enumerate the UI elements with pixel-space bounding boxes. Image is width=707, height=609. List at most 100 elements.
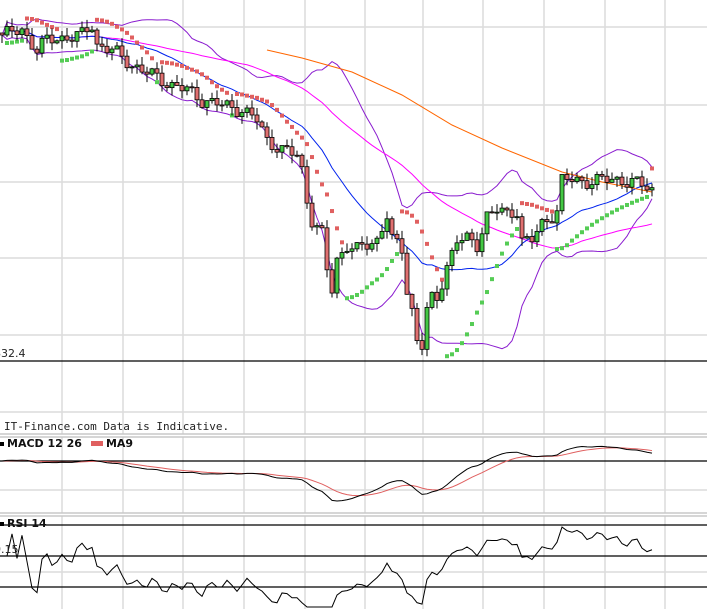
sar-dot (90, 49, 94, 54)
sar-dot (635, 198, 639, 203)
sar-dot (540, 206, 544, 211)
sar-dot (150, 56, 154, 61)
candle-body (464, 232, 470, 241)
candle-body (199, 99, 205, 108)
candle-body (179, 85, 185, 92)
sar-dot (390, 258, 394, 263)
sar-dot (175, 62, 179, 67)
sar-dot (80, 54, 84, 59)
candle-body (129, 66, 135, 69)
sar-dot (505, 241, 509, 246)
sar-dot (270, 103, 274, 108)
candle-body (269, 137, 275, 150)
sar-dot (440, 277, 444, 282)
candle-body (494, 211, 500, 214)
sar-dot (105, 19, 109, 24)
candle-body (629, 178, 635, 188)
candle-body (609, 178, 615, 183)
sar-dot (305, 142, 309, 147)
sar-dot (45, 22, 49, 27)
candle-body (389, 218, 395, 235)
sar-dot (340, 240, 344, 245)
sar-dot (410, 213, 414, 218)
sar-dot (455, 348, 459, 353)
candle-body (439, 288, 445, 301)
candle-body (279, 145, 285, 153)
candle-body (634, 176, 640, 179)
candle-body (29, 35, 35, 50)
candle-body (0, 32, 5, 36)
sar-dot (25, 16, 29, 21)
sar-dot (615, 207, 619, 212)
sar-dot (75, 55, 79, 60)
sar-dot (620, 205, 624, 210)
candle-body (399, 238, 405, 254)
candle-body (189, 86, 195, 89)
candle-body (314, 225, 320, 228)
sar-dot (125, 30, 129, 35)
sma200-line (266, 49, 653, 193)
sar-dot (210, 80, 214, 85)
candle-body (524, 236, 530, 239)
candle-body (449, 249, 455, 266)
sar-dot (70, 56, 74, 61)
candle-body (289, 146, 295, 156)
sar-dot (610, 210, 614, 215)
sar-dot (395, 252, 399, 257)
candle-body (459, 240, 465, 244)
candle-body (594, 174, 600, 186)
candle-body (139, 64, 145, 73)
sar-dot (320, 182, 324, 187)
candle-body (4, 26, 10, 36)
candle-body (214, 98, 220, 106)
candle-body (614, 176, 620, 180)
sar-dot (405, 210, 409, 215)
sar-dot (585, 226, 589, 231)
sar-dot (110, 21, 114, 26)
chart-canvas (0, 0, 707, 609)
sar-dot (5, 41, 9, 45)
sar-dot (95, 17, 99, 22)
sar-dot (625, 202, 629, 207)
sar-dot (465, 332, 469, 337)
candle-body (474, 239, 480, 253)
sar-dot (130, 35, 134, 40)
candle-body (404, 252, 410, 295)
candle-body (604, 175, 610, 183)
sar-dot (40, 20, 44, 25)
ma9-legend-label: MA9 (105, 437, 134, 450)
sar-dot (135, 40, 139, 45)
candle-body (239, 112, 245, 118)
sma50-line (1, 30, 653, 249)
candle-body (479, 233, 485, 253)
candle-body (224, 100, 230, 106)
sar-dot (335, 226, 339, 231)
candle-body (324, 227, 330, 271)
sar-dot (145, 50, 149, 55)
sar-dot (120, 27, 124, 32)
sar-dot (510, 233, 514, 238)
sar-dot (415, 219, 419, 224)
sar-dot (435, 267, 439, 272)
candle-body (244, 107, 250, 113)
candle-body (574, 176, 580, 182)
candle-body (569, 179, 575, 182)
candle-body (164, 85, 170, 89)
sar-dot (470, 322, 474, 327)
sar-dot (205, 75, 209, 80)
sar-dot (375, 277, 379, 282)
candle-body (219, 104, 225, 107)
candle-body (149, 68, 155, 75)
candle-body (379, 230, 385, 239)
candle-body (514, 216, 520, 219)
candle-body (299, 154, 305, 168)
candle-body (504, 207, 510, 211)
candle-body (94, 29, 100, 45)
candle-body (509, 209, 515, 218)
candle-body (59, 35, 65, 42)
candle-body (89, 29, 95, 33)
sar-dot (485, 290, 489, 295)
sar-dot (215, 84, 219, 89)
candle-body (579, 176, 585, 182)
candle-body (84, 27, 90, 33)
